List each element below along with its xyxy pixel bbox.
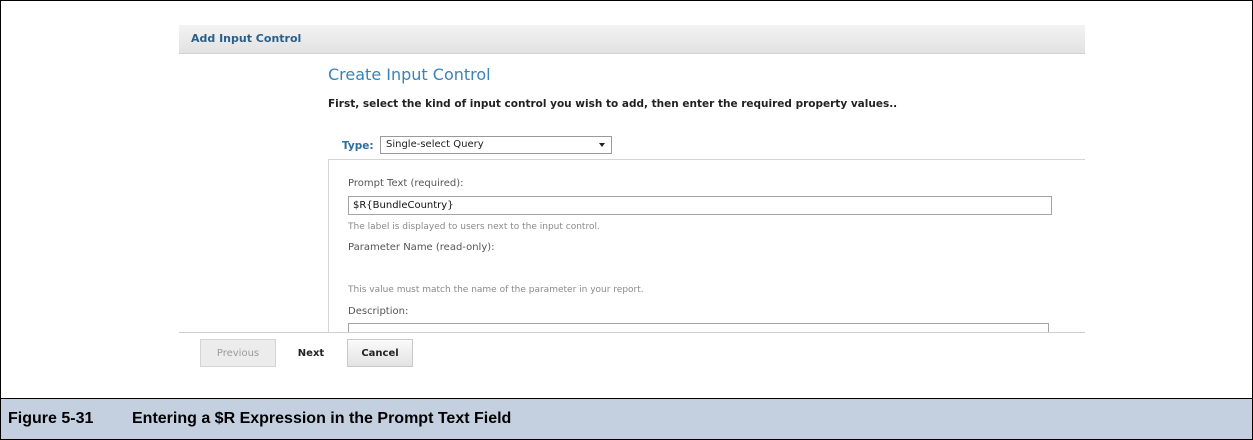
instructions-text: First, select the kind of input control … [328, 98, 898, 110]
prompt-text-input[interactable]: $R{BundleCountry} [348, 196, 1052, 215]
prompt-text-hint: The label is displayed to users next to … [348, 222, 600, 232]
panel-title: Add Input Control [191, 32, 302, 45]
properties-left-border [328, 160, 329, 332]
previous-button[interactable]: Previous [200, 339, 276, 367]
next-button[interactable]: Next [285, 339, 337, 367]
parameter-name-hint: This value must match the name of the pa… [348, 285, 644, 295]
cancel-button[interactable]: Cancel [347, 339, 413, 367]
prompt-text-label: Prompt Text (required): [348, 178, 464, 189]
figure-frame: Add Input Control Create Input Control F… [0, 0, 1253, 440]
page-title: Create Input Control [328, 65, 491, 84]
type-select[interactable]: Single-select Query [380, 136, 612, 154]
figure-caption: Figure 5-31 Entering a $R Expression in … [1, 398, 1252, 439]
panel-header: Add Input Control [179, 25, 1085, 54]
figure-caption-text: Entering a $R Expression in the Prompt T… [132, 410, 512, 427]
figure-number: Figure 5-31 [8, 410, 94, 427]
parameter-name-label: Parameter Name (read-only): [348, 242, 495, 253]
chevron-down-icon [599, 143, 605, 147]
type-select-value: Single-select Query [386, 139, 484, 150]
prompt-text-value: $R{BundleCountry} [353, 200, 454, 211]
description-label: Description: [348, 306, 409, 317]
type-label: Type: [342, 140, 374, 152]
